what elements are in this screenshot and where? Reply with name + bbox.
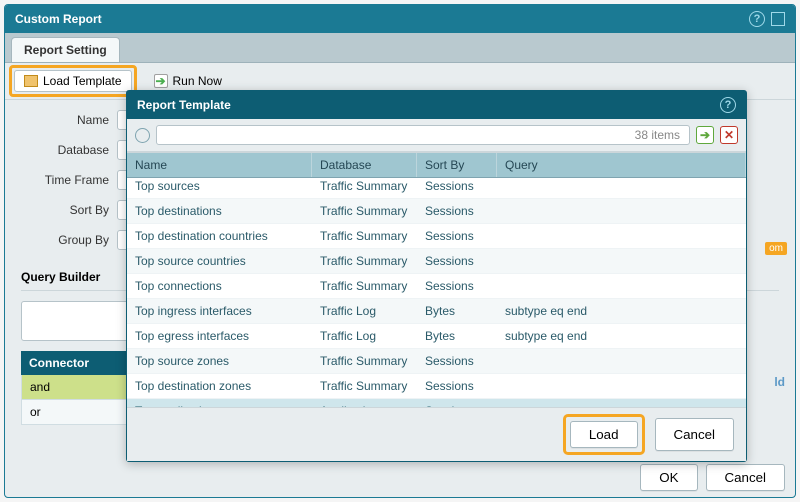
cell-name: Top destinations (127, 199, 312, 223)
load-template-highlight: Load Template (9, 65, 137, 97)
cancel-button[interactable]: Cancel (706, 464, 786, 491)
cell-query (497, 349, 746, 373)
cell-query (497, 199, 746, 223)
cell-sort: Sessions (417, 249, 497, 273)
ok-button[interactable]: OK (640, 464, 697, 491)
cell-sort: Sessions (417, 349, 497, 373)
timeframe-label: Time Frame (21, 173, 109, 187)
col-query[interactable]: Query (497, 153, 746, 177)
col-sort[interactable]: Sort By (417, 153, 497, 177)
cell-query (497, 224, 746, 248)
run-now-button[interactable]: ➔ Run Now (145, 71, 231, 91)
col-database[interactable]: Database (312, 153, 417, 177)
table-row[interactable]: Top source countriesTraffic SummarySessi… (127, 249, 746, 274)
load-button-highlight: Load (563, 414, 645, 455)
dialog-titlebar: Report Template ? (127, 91, 746, 119)
cell-name: Top destination zones (127, 374, 312, 398)
cell-database: Traffic Log (312, 324, 417, 348)
cell-sort: Sessions (417, 179, 497, 198)
tab-report-setting[interactable]: Report Setting (11, 37, 120, 62)
cell-database: Traffic Summary (312, 274, 417, 298)
dialog-search-bar: 38 items ➔ ✕ (127, 119, 746, 152)
cell-name: Top source zones (127, 349, 312, 373)
cell-database: Traffic Summary (312, 199, 417, 223)
cell-database: Traffic Log (312, 299, 417, 323)
om-tag: om (765, 242, 787, 255)
main-bottom-bar: OK Cancel (640, 464, 785, 491)
load-button[interactable]: Load (570, 421, 638, 448)
main-title: Custom Report (15, 12, 102, 26)
cell-name: Top egress interfaces (127, 324, 312, 348)
name-label: Name (21, 113, 109, 127)
cell-sort: Sessions (417, 274, 497, 298)
cell-name: Top applications (127, 399, 312, 407)
dialog-button-bar: Load Cancel (127, 407, 746, 461)
load-template-label: Load Template (43, 74, 122, 88)
load-template-button[interactable]: Load Template (14, 70, 132, 92)
table-row[interactable]: Top destination countriesTraffic Summary… (127, 224, 746, 249)
cell-database: Traffic Summary (312, 224, 417, 248)
sortby-label: Sort By (21, 203, 109, 217)
table-row[interactable]: Top egress interfacesTraffic LogBytessub… (127, 324, 746, 349)
search-icon (135, 128, 150, 143)
cell-sort: Bytes (417, 299, 497, 323)
table-row[interactable]: Top ingress interfacesTraffic LogBytessu… (127, 299, 746, 324)
table-row[interactable]: Top applicationsApplication StatisticsSe… (127, 399, 746, 407)
cell-query (497, 249, 746, 273)
dialog-title: Report Template (137, 98, 231, 112)
cell-database: Application Statistics (312, 399, 417, 407)
tab-row: Report Setting (5, 33, 795, 63)
grid-header: Name Database Sort By Query (127, 153, 746, 178)
cell-database: Traffic Summary (312, 249, 417, 273)
run-now-label: Run Now (173, 74, 222, 88)
cell-query: subtype eq end (497, 299, 746, 323)
cell-sort: Bytes (417, 324, 497, 348)
cell-sort: Sessions (417, 224, 497, 248)
table-row[interactable]: Top connectionsTraffic SummarySessions (127, 274, 746, 299)
table-row[interactable]: Top destination zonesTraffic SummarySess… (127, 374, 746, 399)
search-input[interactable] (156, 125, 690, 145)
cell-name: Top source countries (127, 249, 312, 273)
search-go-button[interactable]: ➔ (696, 126, 714, 144)
search-clear-button[interactable]: ✕ (720, 126, 738, 144)
cell-query: subtype eq end (497, 324, 746, 348)
dialog-cancel-button[interactable]: Cancel (655, 418, 735, 451)
grid-body[interactable]: Top sourcesTraffic SummarySessionsTop de… (127, 179, 746, 407)
database-label: Database (21, 143, 109, 157)
cell-query (497, 374, 746, 398)
groupby-label: Group By (21, 233, 109, 247)
cell-database: Traffic Summary (312, 349, 417, 373)
template-grid: Name Database Sort By Query Top sourcesT… (127, 152, 746, 407)
table-row[interactable]: Top sourcesTraffic SummarySessions (127, 179, 746, 199)
cell-sort: Sessions (417, 199, 497, 223)
col-name[interactable]: Name (127, 153, 312, 177)
cell-name: Top destination countries (127, 224, 312, 248)
cell-sort: Sessions (417, 374, 497, 398)
cell-name: Top connections (127, 274, 312, 298)
cell-database: Traffic Summary (312, 179, 417, 198)
template-icon (24, 75, 38, 87)
cell-database: Traffic Summary (312, 374, 417, 398)
cell-query (497, 274, 746, 298)
cell-query (497, 179, 746, 198)
ld-label: ld (774, 375, 785, 389)
table-row[interactable]: Top destinationsTraffic SummarySessions (127, 199, 746, 224)
cell-name: Top sources (127, 179, 312, 198)
window-control-icon[interactable] (771, 12, 785, 26)
report-template-dialog: Report Template ? 38 items ➔ ✕ Name Data… (126, 90, 747, 462)
run-icon: ➔ (154, 74, 168, 88)
cell-sort: Sessions (417, 399, 497, 407)
table-row[interactable]: Top source zonesTraffic SummarySessions (127, 349, 746, 374)
cell-query (497, 399, 746, 407)
main-titlebar: Custom Report ? (5, 5, 795, 33)
cell-name: Top ingress interfaces (127, 299, 312, 323)
help-icon[interactable]: ? (749, 11, 765, 27)
dialog-help-icon[interactable]: ? (720, 97, 736, 113)
